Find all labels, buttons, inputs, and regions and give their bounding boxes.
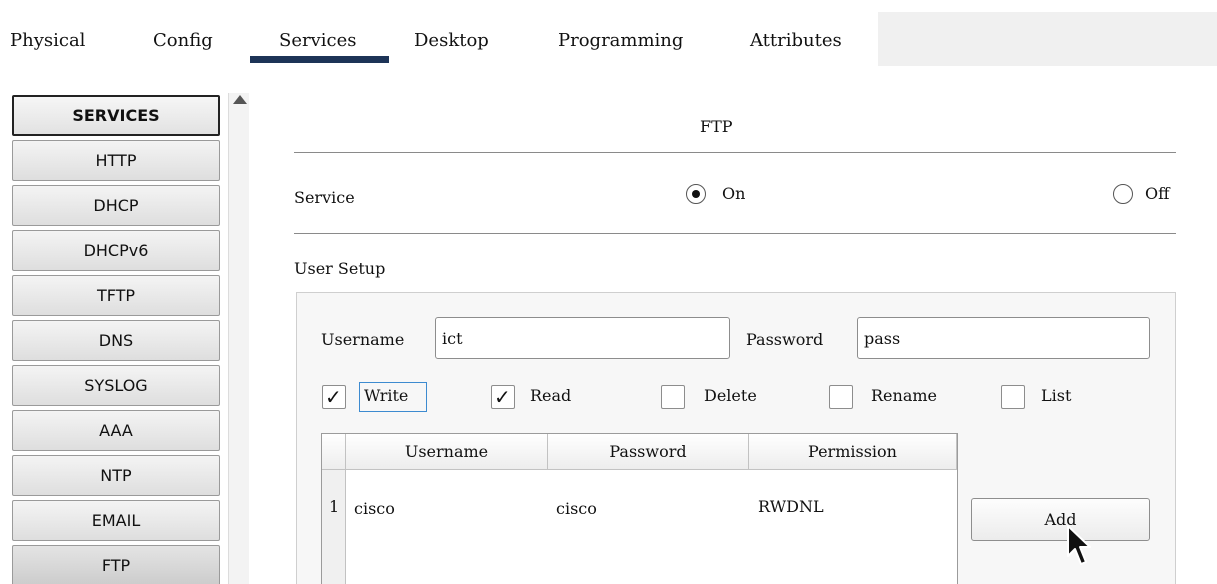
tab-desktop[interactable]: Desktop [414,30,489,51]
service-aaa-button[interactable]: AAA [12,410,220,451]
service-dhcpv6-button[interactable]: DHCPv6 [12,230,220,271]
tab-attributes[interactable]: Attributes [750,30,842,51]
service-on-label: On [722,184,746,203]
password-label: Password [746,330,824,349]
panel-title: FTP [700,117,733,136]
list-label: List [1041,386,1072,405]
service-off-radio[interactable] [1113,184,1133,204]
column-header-password[interactable]: Password [548,434,749,470]
active-tab-indicator [250,56,389,63]
service-dns-button[interactable]: DNS [12,320,220,361]
mouse-pointer-icon [1067,525,1091,565]
tab-services[interactable]: Services [279,30,356,51]
user-setup-label: User Setup [294,259,386,278]
list-checkbox[interactable] [1001,385,1025,409]
service-http-button[interactable]: HTTP [12,140,220,181]
services-list: SERVICES HTTP DHCP DHCPv6 TFTP DNS SYSLO… [10,93,226,584]
delete-checkbox[interactable] [661,385,685,409]
divider [294,233,1176,234]
tab-programming[interactable]: Programming [558,30,683,51]
checkmark-icon: ✓ [325,385,342,409]
read-label: Read [530,386,572,405]
write-checkbox[interactable]: ✓ [322,385,346,409]
password-input[interactable] [857,317,1150,359]
username-input[interactable] [435,317,730,359]
tab-config[interactable]: Config [153,30,213,51]
read-checkbox[interactable]: ✓ [491,385,515,409]
divider [294,152,1176,153]
tab-physical[interactable]: Physical [10,30,85,51]
device-tab-bar: Physical Config Services Desktop Program… [0,0,1217,66]
service-label: Service [294,188,355,207]
service-off-label: Off [1145,184,1170,203]
service-syslog-button[interactable]: SYSLOG [12,365,220,406]
row-number-column [322,470,346,584]
service-email-button[interactable]: EMAIL [12,500,220,541]
row-permission: RWDNL [758,497,824,516]
tab-bar-filler [878,12,1217,66]
service-ntp-button[interactable]: NTP [12,455,220,496]
row-password: cisco [556,499,597,518]
checkmark-icon: ✓ [494,385,511,409]
rename-checkbox[interactable] [829,385,853,409]
service-tftp-button[interactable]: TFTP [12,275,220,316]
service-dhcp-button[interactable]: DHCP [12,185,220,226]
services-scrollbar[interactable] [228,93,249,584]
rename-label: Rename [871,386,937,405]
add-user-button[interactable]: Add [971,498,1150,541]
delete-label: Delete [704,386,757,405]
users-table: Username Password Permission 1 cisco cis… [321,433,958,584]
scroll-up-arrow-icon[interactable] [233,95,247,104]
column-header-permission[interactable]: Permission [749,434,957,470]
table-corner [322,434,346,470]
write-label: Write [364,386,409,405]
services-header: SERVICES [12,95,220,136]
service-ftp-button[interactable]: FTP [12,545,220,584]
row-number: 1 [329,497,340,516]
service-on-radio[interactable] [686,184,706,204]
username-label: Username [321,330,405,349]
column-header-username[interactable]: Username [346,434,548,470]
row-username: cisco [354,499,395,518]
